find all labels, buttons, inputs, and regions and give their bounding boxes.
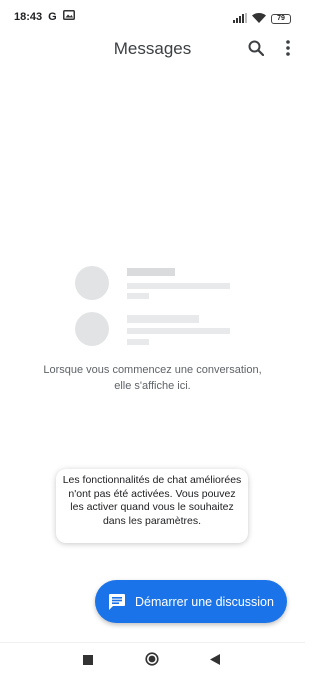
recents-icon xyxy=(83,652,93,670)
start-chat-button[interactable]: Démarrer une discussion xyxy=(95,580,287,623)
placeholder-line xyxy=(127,283,230,289)
system-nav-bar xyxy=(0,642,305,679)
status-left: 18:43 G xyxy=(14,10,75,23)
battery-icon: 79 xyxy=(271,14,291,24)
signal-icon xyxy=(233,10,247,28)
start-chat-label: Démarrer une discussion xyxy=(135,594,274,609)
placeholder-line xyxy=(127,268,175,276)
chat-icon xyxy=(108,593,126,611)
recents-button[interactable] xyxy=(80,653,96,669)
home-icon xyxy=(145,651,159,671)
back-button[interactable] xyxy=(207,653,223,669)
toast-message: Les fonctionnalités de chat améliorées n… xyxy=(62,474,242,527)
search-button[interactable] xyxy=(244,38,268,62)
messages-screen: 18:43 G 79 Messages Lorsque vous commenc… xyxy=(0,0,305,679)
top-app-bar: Messages xyxy=(0,34,305,68)
wifi-icon xyxy=(252,10,266,28)
back-icon xyxy=(210,652,220,670)
placeholder-avatar xyxy=(75,266,109,300)
status-bar: 18:43 G 79 xyxy=(0,0,305,34)
empty-state-message: Lorsque vous commencez une conversation,… xyxy=(43,364,262,392)
status-right: 79 xyxy=(233,10,291,28)
placeholder-line xyxy=(127,339,149,345)
placeholder-line xyxy=(127,328,230,334)
photo-icon xyxy=(62,10,75,23)
status-time: 18:43 xyxy=(14,10,43,23)
google-icon: G xyxy=(48,10,57,23)
more-options-button[interactable] xyxy=(278,38,298,62)
placeholder-line xyxy=(127,315,199,323)
home-button[interactable] xyxy=(144,651,160,671)
chat-features-toast: Les fonctionnalités de chat améliorées n… xyxy=(56,469,248,543)
more-vert-icon xyxy=(286,39,290,61)
placeholder-avatar xyxy=(75,312,109,346)
placeholder-line xyxy=(127,293,149,299)
search-icon xyxy=(248,40,265,61)
empty-state-illustration xyxy=(0,260,305,350)
